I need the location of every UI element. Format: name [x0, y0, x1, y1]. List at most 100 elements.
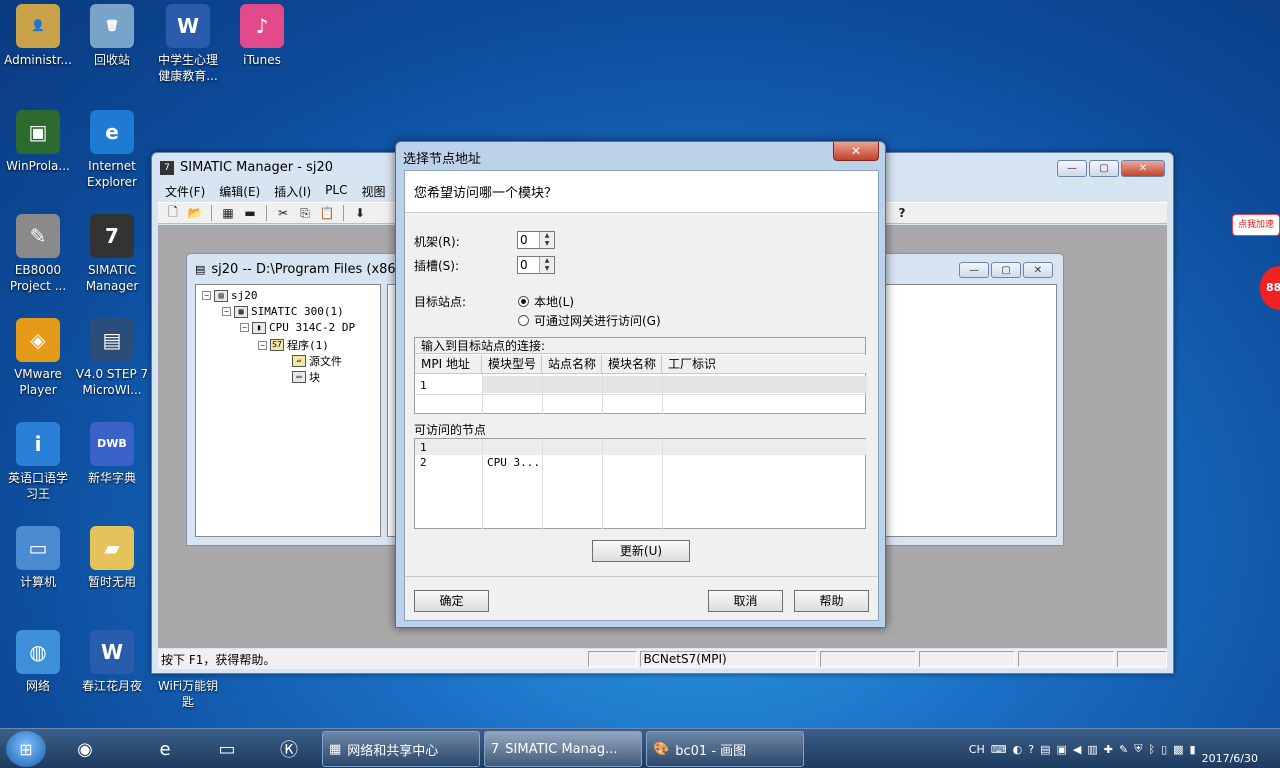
language-indicator[interactable]: CH [969, 743, 985, 756]
node-2-module[interactable]: CPU 3... [487, 456, 540, 469]
project-icon: ▤ [214, 289, 228, 302]
node-2-address[interactable]: 2 [420, 456, 427, 469]
col-mpi-address[interactable]: MPI 地址 [415, 355, 482, 374]
clock-date[interactable]: 2017/6/30 [1202, 752, 1258, 765]
tree-item-project[interactable]: − ▤ sj20 [202, 289, 258, 302]
help-icon[interactable]: ? [893, 205, 911, 221]
task-simatic[interactable]: 7 SIMATIC Manag... [484, 731, 642, 767]
tree-label: sj20 [231, 289, 258, 302]
node-1-address[interactable]: 1 [420, 441, 427, 454]
memory-card-icon[interactable]: ▬ [241, 205, 259, 221]
connection-mpi-value[interactable]: 1 [420, 379, 427, 392]
download-icon[interactable]: ⬇ [351, 205, 369, 221]
desktop-icon-image: 🗑 [90, 4, 134, 48]
cut-icon[interactable]: ✂ [274, 205, 292, 221]
desktop-icon[interactable]: ♪ iTunes [224, 4, 300, 68]
tray-icon[interactable]: ✚ [1104, 743, 1113, 756]
desktop-icon[interactable]: i 英语口语学 习王 [0, 422, 76, 502]
desktop-icon[interactable]: ▤ V4.0 STEP 7 MicroWI... [74, 318, 150, 398]
folder-icon: ▱ [292, 355, 306, 367]
desktop-icon[interactable]: 👤 Administr... [0, 4, 76, 68]
bluetooth-icon[interactable]: ᛒ [1148, 743, 1155, 756]
desktop-icon[interactable]: ▭ 计算机 [0, 526, 76, 590]
new-icon[interactable]: 🗋 [164, 205, 182, 221]
desktop-icon-label: V4.0 STEP 7 MicroWI... [75, 367, 149, 397]
dialog-body: 您希望访问哪一个模块？ 机架(R): 0 ▲ ▼ 插槽(S): 0 ▲ ▼ 目标站点… [404, 170, 879, 621]
radio-local[interactable]: 本地(L) [518, 293, 574, 310]
desktop-icon-label: 春江花月夜 [81, 679, 142, 693]
desktop-icon[interactable]: W 中学生心理 健康教育... [150, 4, 226, 84]
explorer-icon[interactable]: ▭ [202, 732, 252, 766]
shield-icon[interactable]: ⛨ [1134, 742, 1142, 756]
k-app-icon[interactable]: Ⓚ [264, 732, 314, 766]
rack-spinner[interactable]: 0 ▲ ▼ [517, 231, 555, 249]
radio-gateway[interactable]: 可通过网关进行访问(G) [518, 312, 661, 329]
menu-plc[interactable]: PLC [318, 181, 354, 201]
help-icon[interactable]: ? [1028, 743, 1034, 756]
system-tray: CH ⌨ ◐ ? ▤ ▣ ◀ ▥ ✚ ✎ ⛨ ᛒ ▯ ▩ ▮ 2017/6/30 [969, 729, 1280, 768]
table-row [482, 376, 867, 393]
speed-counter[interactable]: 88 [1260, 266, 1280, 310]
tray-icon[interactable]: ◐ [1013, 743, 1023, 756]
tree-item-cpu[interactable]: − ▮ CPU 314C-2 DP [240, 321, 355, 334]
menu-edit[interactable]: 编辑(E) [212, 181, 267, 201]
tree-item-sources[interactable]: ▱ 源文件 [292, 353, 342, 369]
close-button[interactable]: ✕ [1121, 160, 1165, 177]
col-module-type[interactable]: 模块型号 [482, 355, 542, 374]
project-icon: ▤ [195, 263, 206, 276]
menu-insert[interactable]: 插入(I) [267, 181, 318, 201]
speed-badge[interactable]: 点我加速 [1232, 214, 1280, 236]
project-title-text: sj20 -- D:\Program Files (x86)\S [211, 262, 414, 277]
menu-file[interactable]: 文件(F) [158, 181, 212, 201]
task-network-center[interactable]: ▦ 网络和共享中心 [322, 731, 480, 767]
dialog-close-button[interactable]: ✕ [833, 142, 879, 161]
open-icon[interactable]: 📂 [186, 205, 204, 221]
col-plant-id[interactable]: 工厂标识 [662, 355, 867, 374]
desktop-icon[interactable]: W 春江花月夜 [74, 630, 150, 694]
license-icon[interactable]: ▤ [1040, 743, 1050, 756]
maximize-button[interactable]: ▢ [1089, 160, 1119, 177]
tray-icon[interactable]: ✎ [1119, 743, 1128, 756]
desktop-icon[interactable]: ◍ 网络 [0, 630, 76, 694]
tray-icon[interactable]: ▮ [1190, 743, 1196, 756]
network-icon[interactable]: ▥ [1087, 743, 1097, 756]
ie-icon[interactable]: e [140, 732, 190, 766]
help-button[interactable]: 帮助 [794, 590, 869, 612]
col-station-name[interactable]: 站点名称 [542, 355, 602, 374]
desktop-icon[interactable]: DWB 新华字典 [74, 422, 150, 486]
menu-view[interactable]: 视图 [354, 181, 392, 201]
desktop-icon[interactable]: ◈ VMware Player [0, 318, 76, 398]
desktop-icon[interactable]: 7 SIMATIC Manager [74, 214, 150, 294]
task-paint[interactable]: 🎨 bc01 - 画图 [646, 731, 804, 767]
tray-icon[interactable]: ▩ [1173, 743, 1183, 756]
desktop-icon[interactable]: ✎ EB8000 Project ... [0, 214, 76, 294]
tree-item-program[interactable]: − S7 程序(1) [258, 337, 329, 353]
desktop-icon[interactable]: 🗑 回收站 [74, 4, 150, 68]
tree-item-station[interactable]: − ▦ SIMATIC 300(1) [222, 305, 344, 318]
update-button[interactable]: 更新(U) [592, 540, 690, 562]
tray-icon[interactable]: ▣ [1056, 743, 1066, 756]
desktop-icon[interactable]: ▣ WinProla... [0, 110, 76, 174]
tray-icon[interactable]: ▯ [1161, 743, 1167, 756]
project-minimize-button[interactable]: — [959, 262, 989, 278]
pinned-app-icon[interactable]: ◉ [60, 732, 110, 766]
copy-icon[interactable]: ⎘ [296, 205, 314, 221]
desktop-icon[interactable]: e Internet Explorer [74, 110, 150, 190]
spinner-arrows-icon[interactable]: ▲ ▼ [539, 257, 554, 273]
keyboard-icon[interactable]: ⌨ [991, 743, 1007, 756]
start-button[interactable]: ⊞ [6, 731, 46, 767]
col-module-name[interactable]: 模块名称 [602, 355, 662, 374]
minimize-button[interactable]: — [1057, 160, 1087, 177]
tree-item-blocks[interactable]: ▭ 块 [292, 369, 320, 385]
slot-spinner[interactable]: 0 ▲ ▼ [517, 256, 555, 274]
project-close-button[interactable]: ✕ [1023, 262, 1053, 278]
volume-icon[interactable]: ◀ [1073, 743, 1081, 756]
paste-icon[interactable]: 📋 [318, 205, 336, 221]
spinner-arrows-icon[interactable]: ▲ ▼ [539, 232, 554, 248]
cancel-button[interactable]: 取消 [708, 590, 783, 612]
ok-button[interactable]: 确定 [414, 590, 489, 612]
status-cell [819, 651, 916, 667]
accessible-nodes-icon[interactable]: ▦ [219, 205, 237, 221]
desktop-icon[interactable]: ▰ 暂时无用 [74, 526, 150, 590]
project-maximize-button[interactable]: ▢ [991, 262, 1021, 278]
